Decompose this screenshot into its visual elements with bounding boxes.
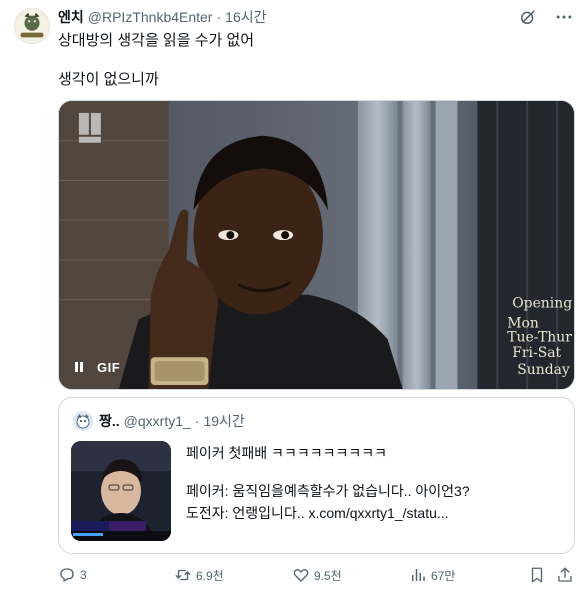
svg-text:Fri-Sat: Fri-Sat	[512, 345, 561, 361]
tweet-text-line: 상대방의 생각을 읽을 수가 없어	[58, 32, 255, 49]
heart-icon	[293, 568, 309, 582]
retweet-count: 6.9천	[196, 568, 224, 583]
author-name[interactable]: 엔치	[58, 7, 84, 27]
quoted-tweet-text: 페이커 첫패배 ㅋㅋㅋㅋㅋㅋㅋㅋㅋ 페이커: 움직임을예측할수가 없습니다.. …	[186, 442, 566, 524]
quoted-text-line: 페이커: 움직임을예측할수가 없습니다.. 아이언3?	[186, 483, 470, 499]
bookmark-icon	[531, 567, 543, 583]
svg-text:Tue-Thur: Tue-Thur	[507, 329, 572, 345]
svg-text:Sunday: Sunday	[517, 362, 570, 378]
quoted-thumbnail[interactable]	[71, 441, 171, 541]
retweet-icon	[175, 569, 191, 581]
quoted-timestamp: 19시간	[203, 413, 245, 429]
header-icons	[503, 6, 575, 28]
separator: ·	[216, 9, 222, 25]
gif-badge: GIF	[97, 359, 121, 375]
gif-controls: GIF	[69, 357, 120, 377]
reply-icon	[60, 568, 74, 582]
grok-icon[interactable]	[517, 6, 539, 28]
separator: ·	[194, 413, 200, 429]
timestamp[interactable]: 16시간	[225, 7, 266, 27]
quoted-author-handle: @qxxrty1_	[123, 413, 191, 429]
quoted-author-name: 짱..	[99, 413, 120, 429]
retweet-button[interactable]: 6.9천	[174, 566, 224, 584]
like-count: 9.5천	[314, 568, 342, 583]
quoted-text-line: 도전자: 언랭입니다.. x.com/qxxrty1_/statu...	[186, 505, 449, 521]
bookmark-button[interactable]	[528, 566, 550, 584]
tweet-header: 엔치 @RPIzThnkb4Enter · 16시간	[58, 8, 267, 26]
quoted-avatar	[73, 411, 93, 431]
tweet-text-line: 생각이 없으니까	[58, 71, 159, 88]
pause-icon[interactable]	[69, 357, 89, 377]
views-button[interactable]: 67만	[409, 566, 455, 584]
author-handle[interactable]: @RPIzThnkb4Enter	[88, 9, 213, 25]
views-icon	[412, 569, 425, 581]
action-bar: 3 6.9천 9.5천 67만	[58, 566, 578, 588]
quoted-tweet-header: 짱.. @qxxrty1_ · 19시간	[73, 411, 245, 431]
reply-count: 3	[80, 568, 87, 582]
tweet[interactable]: 엔치 @RPIzThnkb4Enter · 16시간 상대방의 생각을 읽을 수…	[0, 0, 585, 595]
views-count: 67만	[431, 568, 456, 583]
svg-text:Opening: Opening	[512, 296, 572, 312]
share-icon	[558, 567, 572, 582]
gif-media[interactable]: Opening Mon Tue-Thur Fri-Sat Sunday GIF	[58, 100, 575, 390]
avatar[interactable]	[14, 8, 50, 44]
like-button[interactable]: 9.5천	[292, 566, 342, 584]
share-button[interactable]	[556, 566, 578, 584]
quoted-tweet[interactable]: 짱.. @qxxrty1_ · 19시간 페이커 첫패배 ㅋㅋㅋㅋㅋㅋㅋㅋㅋ 페…	[58, 397, 575, 554]
reply-button[interactable]: 3	[58, 566, 87, 584]
tweet-text: 상대방의 생각을 읽을 수가 없어 생각이 없으니까	[58, 31, 568, 89]
quoted-text-line: 페이커 첫패배 ㅋㅋㅋㅋㅋㅋㅋㅋㅋ	[186, 445, 387, 461]
more-options-icon[interactable]	[553, 6, 575, 28]
